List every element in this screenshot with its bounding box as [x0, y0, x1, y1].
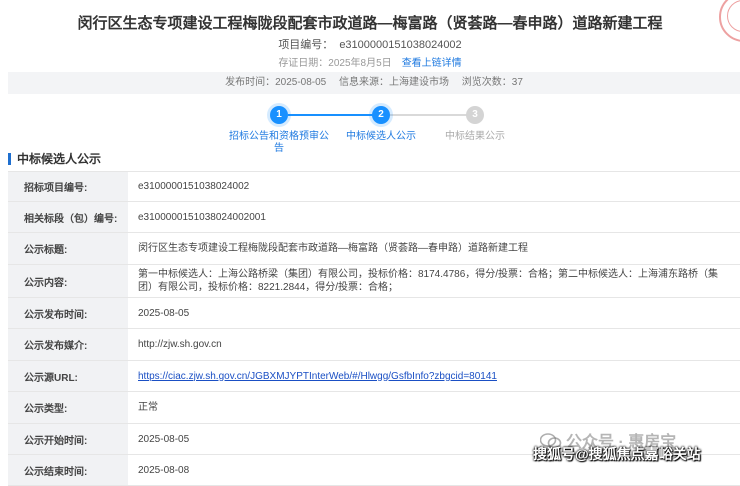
- row-value: e3100000151038024002001: [138, 211, 266, 223]
- step-3-circle[interactable]: 3: [466, 106, 484, 124]
- row-label: 公示类型:: [8, 392, 128, 423]
- info-source: 信息来源：上海建设市场: [339, 77, 450, 88]
- row-label: 公示标题:: [8, 233, 128, 264]
- watermark-sohu: 搜狐号@搜狐焦点嘉峪关站: [533, 446, 701, 462]
- publish-time: 发布时间：2025-08-05: [225, 77, 327, 88]
- table-row: 公示发布时间: 2025-08-05: [8, 298, 740, 329]
- row-value: 闵行区生态专项建设工程梅陇段配套市政道路—梅富路（贤荟路—春申路）道路新建工程: [138, 243, 528, 254]
- step-1-label[interactable]: 招标公告和资格预审公 告: [225, 131, 333, 155]
- table-row: 公示类型: 正常: [8, 392, 740, 424]
- table-row: 公示标题: 闵行区生态专项建设工程梅陇段配套市政道路—梅富路（贤荟路—春申路）道…: [8, 233, 740, 265]
- project-number-label: 项目编号：: [278, 39, 334, 51]
- view-count: 浏览次数：37: [461, 77, 523, 88]
- step-2-label[interactable]: 中标候选人公示: [336, 131, 426, 143]
- page-title: 闵行区生态专项建设工程梅陇段配套市政道路—梅富路（贤荟路—春申路）道路新建工程: [77, 15, 663, 32]
- row-value: http://zjw.sh.gov.cn: [138, 339, 222, 350]
- table-row: 公示发布媒介: http://zjw.sh.gov.cn: [8, 329, 740, 361]
- table-row: 公示内容: 第一中标候选人：上海公路桥梁（集团）有限公司，投标价格：8174.4…: [8, 265, 740, 298]
- step-1-label-line2: 告: [274, 143, 284, 154]
- progress-steps: 1 2 3 招标公告和资格预审公 告 中标候选人公示 中标结果公示: [0, 100, 740, 154]
- table-row: 招标项目编号: e3100000151038024002: [8, 172, 740, 202]
- step-1-label-line1: 招标公告和资格预审公: [229, 131, 329, 142]
- source-url-link[interactable]: https://ciac.zjw.sh.gov.cn/JGBXMJYPTInte…: [138, 370, 497, 383]
- step-connector-2: [389, 114, 475, 116]
- step-1-circle[interactable]: 1: [270, 106, 288, 124]
- step-2-circle[interactable]: 2: [372, 106, 390, 124]
- store-date: 存证日期：2025年8月5日: [278, 58, 392, 69]
- row-value: 2025-08-05: [138, 307, 190, 319]
- project-number-value: e3100000151038024002: [339, 39, 462, 51]
- row-label: 公示内容:: [8, 265, 128, 297]
- row-label: 公示源URL:: [8, 361, 128, 391]
- table-row: 相关标段（包）编号: e3100000151038024002001: [8, 202, 740, 233]
- meta-bar: 发布时间：2025-08-05 信息来源：上海建设市场 浏览次数：37: [8, 72, 740, 94]
- row-value: 正常: [138, 402, 158, 413]
- row-label: 公示发布时间:: [8, 298, 128, 328]
- step-3-label[interactable]: 中标结果公示: [430, 131, 520, 143]
- project-number: 项目编号： e3100000151038024002: [0, 36, 740, 52]
- row-label: 招标项目编号:: [8, 172, 128, 201]
- row-label: 相关标段（包）编号:: [8, 202, 128, 232]
- row-label: 公示开始时间:: [8, 424, 128, 454]
- store-info: 存证日期：2025年8月5日 查看上链详情: [0, 54, 740, 69]
- step-connector-1: [288, 114, 380, 116]
- row-value: e3100000151038024002: [138, 181, 250, 192]
- row-value: https://ciac.zjw.sh.gov.cn/JGBXMJYPTInte…: [128, 361, 740, 391]
- row-label: 公示发布媒介:: [8, 329, 128, 360]
- view-chain-details-link[interactable]: 查看上链详情: [402, 58, 462, 69]
- row-value: 第一中标候选人：上海公路桥梁（集团）有限公司，投标价格：8174.4786，得分…: [138, 269, 719, 293]
- section-title: 中标候选人公示: [8, 153, 101, 165]
- row-label: 公示结束时间:: [8, 455, 128, 485]
- table-row: 公示源URL: https://ciac.zjw.sh.gov.cn/JGBXM…: [8, 361, 740, 392]
